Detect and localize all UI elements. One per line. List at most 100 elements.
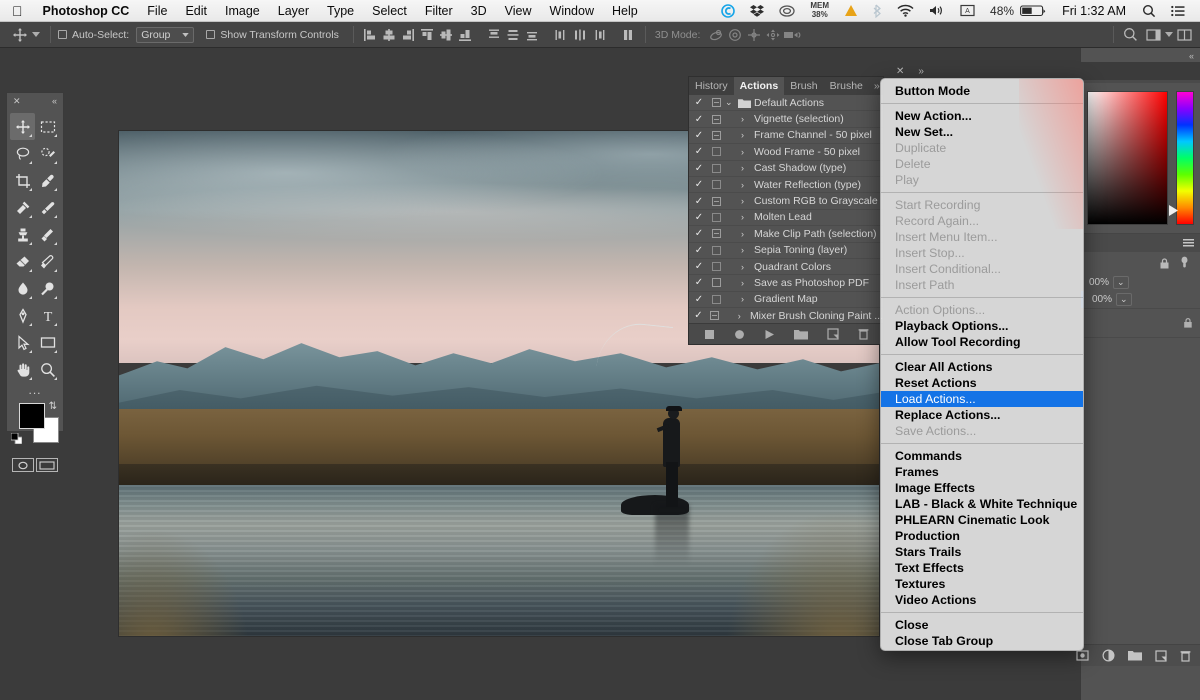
align-vertical-centers-icon[interactable] <box>437 26 456 44</box>
action-enabled-check[interactable]: ✓ <box>691 179 707 190</box>
opacity-chevron-icon[interactable]: ⌄ <box>1113 276 1129 289</box>
actions-row-vignette[interactable]: ✓ › Vignette (selection) <box>689 111 883 128</box>
delete-layer-icon[interactable] <box>1180 650 1191 662</box>
action-enabled-check[interactable]: ✓ <box>691 310 706 321</box>
stop-recording-icon[interactable] <box>704 329 715 340</box>
chevron-right-icon[interactable]: › <box>741 114 754 124</box>
action-dialog-toggle[interactable] <box>707 294 725 304</box>
align-right-edges-icon[interactable] <box>399 26 418 44</box>
crop-tool[interactable] <box>10 167 35 194</box>
menu-bar-clock[interactable]: Fri 1:32 AM <box>1054 4 1134 18</box>
action-dialog-toggle[interactable] <box>707 262 725 272</box>
action-dialog-toggle[interactable] <box>707 130 725 140</box>
actions-row-molten-lead[interactable]: ✓ › Molten Lead <box>689 210 883 227</box>
blur-tool[interactable] <box>10 275 35 302</box>
add-layer-mask-icon[interactable] <box>1076 650 1089 661</box>
menu-item-phlearn-cinematic-look[interactable]: PHLEARN Cinematic Look <box>881 512 1083 528</box>
menu-item-video-actions[interactable]: Video Actions <box>881 592 1083 608</box>
chevron-right-icon[interactable]: › <box>741 180 754 190</box>
close-icon[interactable]: ✕ <box>13 96 21 107</box>
distribute-bottom-edges-icon[interactable] <box>523 26 542 44</box>
gradient-tool[interactable] <box>35 248 60 275</box>
menu-item-stars-trails[interactable]: Stars Trails <box>881 544 1083 560</box>
notification-center-icon[interactable] <box>1164 0 1192 22</box>
auto-select-dropdown[interactable]: Group <box>136 26 195 43</box>
spot-healing-brush-tool[interactable] <box>10 194 35 221</box>
record-icon[interactable] <box>734 329 745 340</box>
menu-item-edit[interactable]: Edit <box>176 0 216 22</box>
workspace-chevron-icon[interactable] <box>1163 26 1175 44</box>
actions-row-wood-frame[interactable]: ✓ › Wood Frame - 50 pixel <box>689 144 883 161</box>
chevron-right-icon[interactable]: › <box>741 294 754 304</box>
wifi-icon[interactable] <box>890 0 921 22</box>
action-enabled-check[interactable]: ✓ <box>691 277 707 288</box>
layer-row[interactable] <box>1081 308 1200 338</box>
volume-icon[interactable] <box>922 0 952 22</box>
action-enabled-check[interactable]: ✓ <box>691 146 707 157</box>
chevron-right-icon[interactable]: › <box>741 163 754 173</box>
action-enabled-check[interactable]: ✓ <box>691 97 707 108</box>
adjustment-layer-icon[interactable] <box>1102 649 1115 662</box>
skype-icon[interactable] <box>714 0 742 22</box>
action-dialog-toggle[interactable] <box>707 196 725 206</box>
spotlight-search-icon[interactable] <box>1135 0 1163 22</box>
new-set-folder-icon[interactable] <box>793 329 808 340</box>
menu-item-image[interactable]: Image <box>216 0 269 22</box>
action-enabled-check[interactable]: ✓ <box>691 245 707 256</box>
3d-roll-icon[interactable] <box>725 26 744 44</box>
menu-item-file[interactable]: File <box>138 0 176 22</box>
move-tool-icon[interactable] <box>10 26 29 44</box>
workspace-switcher-icon[interactable] <box>1144 26 1163 44</box>
actions-row-save-as-pdf[interactable]: ✓ › Save as Photoshop PDF <box>689 275 883 292</box>
distribute-left-edges-icon[interactable] <box>552 26 571 44</box>
default-colors-icon[interactable] <box>11 433 22 444</box>
tab-brushes[interactable]: Brushe <box>824 77 869 95</box>
arrange-documents-icon[interactable] <box>1175 26 1194 44</box>
menu-item-reset-actions[interactable]: Reset Actions <box>881 375 1083 391</box>
tab-brush[interactable]: Brush <box>784 77 823 95</box>
actions-row-sepia-toning[interactable]: ✓ › Sepia Toning (layer) <box>689 243 883 259</box>
menu-item-text-effects[interactable]: Text Effects <box>881 560 1083 576</box>
menu-item-close[interactable]: Close <box>881 617 1083 633</box>
action-enabled-check[interactable]: ✓ <box>691 261 707 272</box>
more-tools-icon[interactable]: ... <box>7 383 63 397</box>
menu-item-new-set[interactable]: New Set... <box>881 124 1083 140</box>
distribute-right-edges-icon[interactable] <box>590 26 609 44</box>
opacity-value[interactable]: 00% <box>1089 277 1109 288</box>
menu-item-help[interactable]: Help <box>603 0 647 22</box>
lock-icon[interactable] <box>1158 257 1171 270</box>
menu-item-view[interactable]: View <box>496 0 541 22</box>
3d-slide-icon[interactable] <box>763 26 782 44</box>
chevron-down-icon[interactable]: ⌄ <box>725 97 738 108</box>
menu-item-load-actions[interactable]: Load Actions... <box>881 391 1083 407</box>
quick-selection-tool[interactable] <box>35 140 60 167</box>
chevron-right-icon[interactable]: › <box>741 130 754 140</box>
apple-icon[interactable]:  <box>0 4 34 18</box>
quick-mask-icon[interactable] <box>12 458 34 472</box>
distribute-top-edges-icon[interactable] <box>485 26 504 44</box>
menu-item-allow-tool-recording[interactable]: Allow Tool Recording <box>881 334 1083 350</box>
action-dialog-toggle[interactable] <box>707 245 725 255</box>
eye-icon[interactable] <box>1179 256 1190 270</box>
menu-item-textures[interactable]: Textures <box>881 576 1083 592</box>
align-bottom-edges-icon[interactable] <box>456 26 475 44</box>
dropbox-icon[interactable] <box>743 0 771 22</box>
actions-row-frame-channel[interactable]: ✓ › Frame Channel - 50 pixel <box>689 128 883 145</box>
action-enabled-check[interactable]: ✓ <box>691 114 707 125</box>
eraser-tool[interactable] <box>10 248 35 275</box>
rectangular-marquee-tool[interactable] <box>35 113 60 140</box>
search-help-icon[interactable] <box>1121 26 1140 44</box>
move-tool[interactable] <box>10 113 35 140</box>
chevron-right-icon[interactable]: › <box>741 196 754 206</box>
fill-chevron-icon[interactable]: ⌄ <box>1116 293 1132 306</box>
auto-select-checkbox[interactable] <box>58 30 67 39</box>
screen-mode-icon[interactable] <box>36 458 58 472</box>
action-dialog-toggle[interactable] <box>707 229 725 239</box>
expand-icon[interactable]: » <box>918 66 924 77</box>
menu-item-layer[interactable]: Layer <box>269 0 318 22</box>
chevron-right-icon[interactable]: › <box>741 245 754 255</box>
menu-item-new-action[interactable]: New Action... <box>881 108 1083 124</box>
bluetooth-icon[interactable] <box>866 0 889 22</box>
menu-item-playback-options[interactable]: Playback Options... <box>881 318 1083 334</box>
type-tool[interactable]: T <box>35 302 60 329</box>
